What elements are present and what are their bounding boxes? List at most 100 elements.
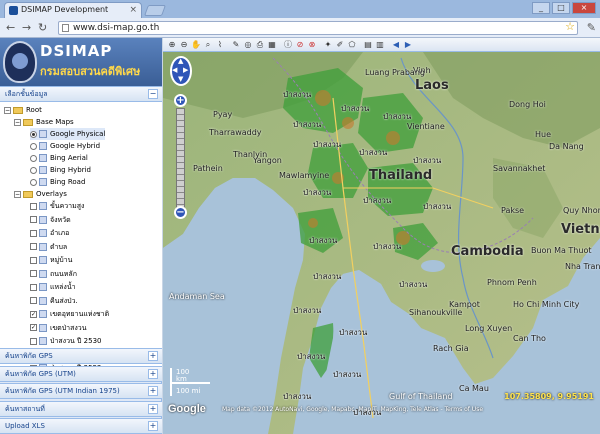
prev-icon[interactable]: ◀ (391, 40, 401, 50)
expand-icon[interactable]: + (148, 386, 158, 396)
expand-icon[interactable]: + (148, 351, 158, 361)
maximize-button[interactable]: □ (552, 2, 570, 14)
collapse-node-icon[interactable]: − (14, 118, 21, 126)
overlay-option[interactable]: แหล่งน้ำ (30, 281, 76, 293)
minimize-button[interactable]: _ (532, 2, 550, 14)
checkbox[interactable] (30, 337, 37, 345)
zoom-out-button[interactable]: − (174, 206, 187, 219)
collapsed-panel-header[interactable]: Upload XLS + (0, 418, 162, 434)
cursor-coordinates: 107.35809, 9.95191 (504, 392, 594, 401)
tree-root[interactable]: − Root (4, 104, 42, 116)
checkbox[interactable] (30, 270, 37, 277)
draw-polygon-icon[interactable]: ⬠ (347, 40, 357, 50)
print-icon[interactable]: ⎙ (255, 40, 265, 50)
clear-icon[interactable]: ⊗ (307, 40, 317, 50)
pan-down-icon[interactable]: ▼ (178, 76, 183, 83)
zoom-extent-icon[interactable]: ⌕ (203, 40, 213, 50)
no-entry-icon[interactable]: ⊘ (295, 40, 305, 50)
reload-button[interactable]: ↻ (38, 21, 47, 35)
overlay-option[interactable]: ✓ เขตป่าสงวน (30, 322, 87, 334)
city-label: Pakse (501, 206, 525, 215)
pan-up-icon[interactable]: ▲ (178, 58, 183, 65)
overlay-option[interactable]: ถนนหลัก (30, 268, 77, 280)
checkbox[interactable] (30, 229, 37, 237)
expand-icon[interactable]: + (148, 368, 158, 379)
overlay-option[interactable]: ขั้นความสูง (30, 200, 84, 212)
collapsed-panel-header[interactable]: ค้นหาพิกัด GPS (UTM) + (0, 365, 162, 382)
checkbox[interactable] (30, 216, 37, 223)
pan-icon[interactable]: ✋ (191, 40, 201, 50)
collapsed-panel-header[interactable]: ค้นหาพิกัด GPS (UTM Indian 1975) + (0, 383, 162, 399)
pan-right-icon[interactable]: ▶ (183, 67, 188, 74)
city-label: Ca Mau (459, 384, 489, 393)
overlay-option[interactable]: ✓ เขตอุทยานแห่งชาติ (30, 308, 109, 320)
forward-button[interactable]: → (22, 21, 31, 35)
checkbox[interactable] (30, 243, 37, 250)
zoom-slider[interactable] (176, 108, 185, 208)
draw-point-icon[interactable]: ✦ (323, 40, 333, 50)
radio-button[interactable] (30, 166, 37, 174)
basemap-option[interactable]: Bing Hybrid (30, 164, 91, 176)
basemap-option[interactable]: Bing Road (30, 176, 85, 188)
grid-icon[interactable]: ▤ (363, 40, 373, 50)
zoom-in-button[interactable]: + (174, 94, 187, 107)
map-attribution[interactable]: Map data ©2012 AutoNavi, Google, Mapabc,… (222, 406, 483, 413)
pan-left-icon[interactable]: ◀ (172, 67, 177, 74)
expand-icon[interactable]: + (148, 403, 158, 414)
collapse-icon[interactable]: − (148, 89, 158, 99)
basemap-option[interactable]: Google Physical (30, 128, 106, 140)
overlay-option[interactable]: จังหวัด (30, 214, 71, 226)
checkbox[interactable]: ✓ (30, 324, 37, 331)
forest-reserve-label: ป่าสงวน (423, 202, 452, 211)
pan-control[interactable]: ▲ ◀ ▶ ▼ (170, 56, 192, 86)
scale-km-label: 100 km (176, 368, 190, 383)
radio-button[interactable] (30, 154, 37, 162)
overlay-option[interactable]: คืนส่งป่ว. (30, 295, 78, 307)
checkbox[interactable]: ✓ (30, 310, 37, 318)
tree-overlays[interactable]: − Overlays (14, 188, 67, 200)
overlay-option[interactable]: อำเภอ (30, 227, 69, 239)
overlay-option[interactable]: ป่าสงวน ปี 2530 (30, 335, 102, 347)
draw-line-icon[interactable]: ✐ (335, 40, 345, 50)
zoom-in-box-icon[interactable]: ⊕ (167, 40, 177, 50)
city-label: Hue (535, 130, 552, 139)
identify-icon[interactable]: ◎ (243, 40, 253, 50)
bookmark-star-icon[interactable]: ☆ (565, 21, 575, 33)
zoom-out-box-icon[interactable]: ⊖ (179, 40, 189, 50)
table-icon[interactable]: ▥ (375, 40, 385, 50)
collapse-node-icon[interactable]: − (4, 106, 11, 114)
measure-line-icon[interactable]: ⌇ (215, 40, 225, 50)
basemap-option[interactable]: Google Hybrid (30, 140, 100, 152)
window-close-button[interactable]: × (572, 2, 596, 14)
expand-icon[interactable]: + (148, 421, 158, 431)
checkbox[interactable] (30, 297, 37, 304)
tree-base-maps[interactable]: − Base Maps (14, 116, 74, 128)
radio-button[interactable] (30, 142, 37, 150)
radio-button[interactable] (30, 178, 37, 186)
city-label: Long Xuyen (465, 324, 513, 333)
map-canvas[interactable]: Laos Thailand Cambodia Vietnam Yangon Ma… (163, 38, 600, 434)
new-tab-button[interactable] (143, 5, 167, 16)
folder-icon (13, 106, 23, 114)
settings-wrench-icon[interactable]: ✎ (587, 21, 596, 34)
checkbox[interactable] (30, 256, 37, 264)
layer-panel-title: เลือกชั้นข้อมูล (5, 90, 48, 98)
next-icon[interactable]: ▶ (403, 40, 413, 50)
layer-panel-header[interactable]: เลือกชั้นข้อมูล − (0, 86, 162, 102)
info-icon[interactable]: ⓘ (283, 40, 293, 50)
browser-tab[interactable]: DSIMAP Development × (4, 2, 142, 18)
layers-icon[interactable]: ▦ (267, 40, 277, 50)
overlay-option[interactable]: ตำบล (30, 241, 67, 253)
overlay-option[interactable]: หมู่บ้าน (30, 254, 72, 266)
collapse-node-icon[interactable]: − (14, 190, 21, 198)
checkbox[interactable] (30, 202, 37, 210)
back-button[interactable]: ← (6, 21, 15, 35)
url-input[interactable]: www.dsi-map.go.th ☆ (58, 21, 578, 35)
radio-button[interactable] (30, 130, 37, 138)
measure-area-icon[interactable]: ✎ (231, 40, 241, 50)
checkbox[interactable] (30, 283, 37, 291)
tab-close-icon[interactable]: × (129, 3, 137, 17)
collapsed-panel-header[interactable]: ค้นหาพิกัด GPS + (0, 348, 162, 364)
collapsed-panel-header[interactable]: ค้นหาสถานที่ + (0, 400, 162, 417)
basemap-option[interactable]: Bing Aerial (30, 152, 88, 164)
